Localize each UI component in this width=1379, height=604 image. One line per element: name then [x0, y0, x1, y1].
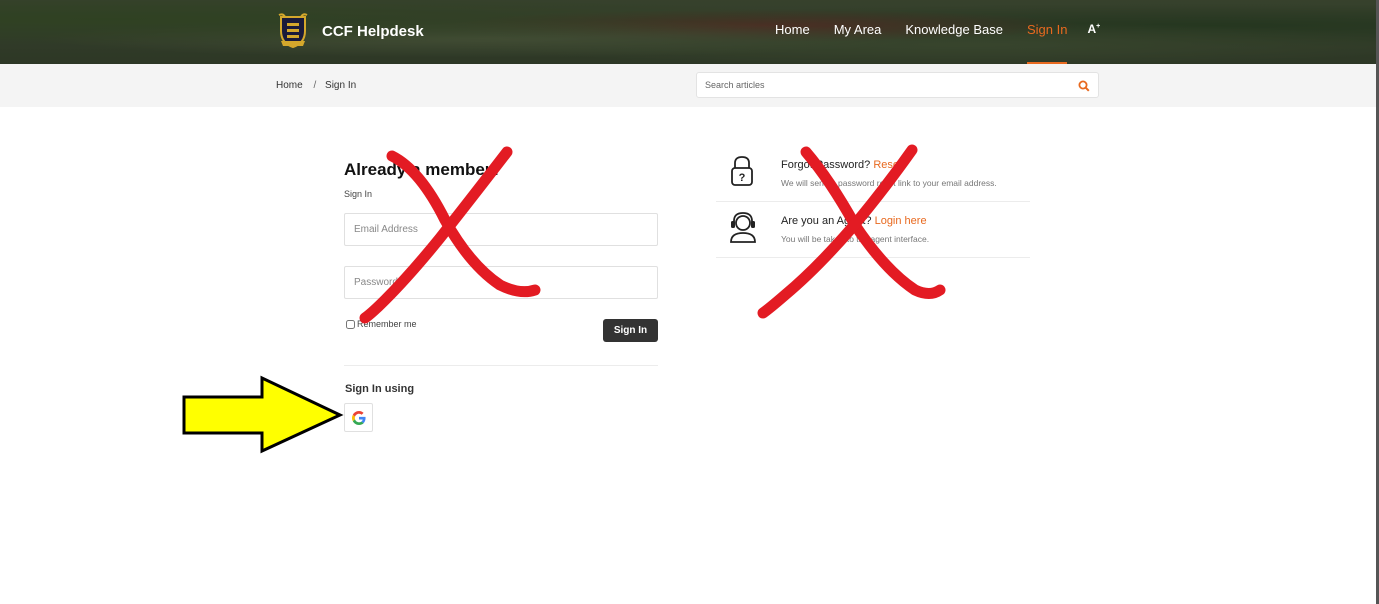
- breadcrumb-current: Sign In: [325, 80, 357, 91]
- email-field[interactable]: [345, 214, 657, 245]
- forgot-password-desc: We will send a password reset link to yo…: [781, 178, 997, 188]
- remember-me[interactable]: Remember me: [346, 319, 417, 329]
- login-here-link[interactable]: Login here: [875, 215, 927, 227]
- nav-knowledge-base[interactable]: Knowledge Base: [905, 22, 1003, 64]
- nav-my-area[interactable]: My Area: [834, 22, 882, 64]
- google-icon: [351, 410, 366, 425]
- search-input[interactable]: [697, 73, 1067, 97]
- reset-link[interactable]: Reset: [873, 159, 902, 171]
- remember-me-label: Remember me: [357, 319, 417, 329]
- signin-panel: Already a member? Sign In Remember me Si…: [344, 160, 658, 432]
- sign-in-button[interactable]: Sign In: [603, 319, 658, 342]
- brand-name[interactable]: CCF Helpdesk: [322, 23, 424, 40]
- breadcrumb-bar: Home / Sign In: [0, 64, 1379, 107]
- forgot-password-item[interactable]: ? Forgot Password? Reset We will send a …: [716, 146, 1030, 202]
- divider: [344, 365, 658, 366]
- accessibility-icon[interactable]: A+: [1087, 22, 1100, 64]
- breadcrumb-home[interactable]: Home: [276, 80, 303, 91]
- svg-text:?: ?: [739, 172, 746, 184]
- breadcrumb: Home / Sign In: [276, 80, 356, 91]
- agent-login-item[interactable]: Are you an Agent? Login here You will be…: [716, 202, 1030, 258]
- lock-question-icon: ?: [728, 154, 756, 193]
- agent-login-text: Are you an Agent?: [781, 215, 872, 227]
- yellow-arrow-icon: [182, 375, 344, 454]
- signin-actions-row: Remember me Sign In: [344, 309, 658, 342]
- nav-sign-in[interactable]: Sign In: [1026, 22, 1068, 64]
- agent-login-desc: You will be taken to the agent interface…: [781, 234, 930, 244]
- accessibility-label: A: [1087, 22, 1097, 36]
- brand[interactable]: CCF Helpdesk: [277, 13, 424, 49]
- signin-title: Already a member?: [344, 160, 502, 179]
- search-icon[interactable]: [1078, 79, 1090, 97]
- breadcrumb-separator: /: [313, 80, 317, 91]
- google-sign-in-button[interactable]: [344, 403, 373, 432]
- header-banner: CCF Helpdesk Home My Area Knowledge Base…: [0, 0, 1379, 64]
- helper-panel: ? Forgot Password? Reset We will send a …: [716, 146, 1030, 258]
- agent-headset-icon: [728, 210, 758, 249]
- email-field-wrapper: [344, 213, 658, 246]
- signin-subtitle: Sign In: [344, 189, 373, 199]
- password-field[interactable]: [345, 267, 657, 298]
- main-nav: Home My Area Knowledge Base Sign In A+: [775, 22, 1100, 64]
- crest-logo-icon: [277, 13, 309, 49]
- password-field-wrapper: [344, 266, 658, 299]
- forgot-password-text: Forgot Password?: [781, 159, 871, 171]
- agent-login-title: Are you an Agent? Login here: [781, 215, 927, 227]
- remember-me-checkbox[interactable]: [346, 319, 355, 329]
- sign-in-using-label: Sign In using: [345, 383, 415, 395]
- nav-home[interactable]: Home: [775, 22, 810, 64]
- forgot-password-title: Forgot Password? Reset: [781, 159, 902, 171]
- search-box: [696, 72, 1099, 98]
